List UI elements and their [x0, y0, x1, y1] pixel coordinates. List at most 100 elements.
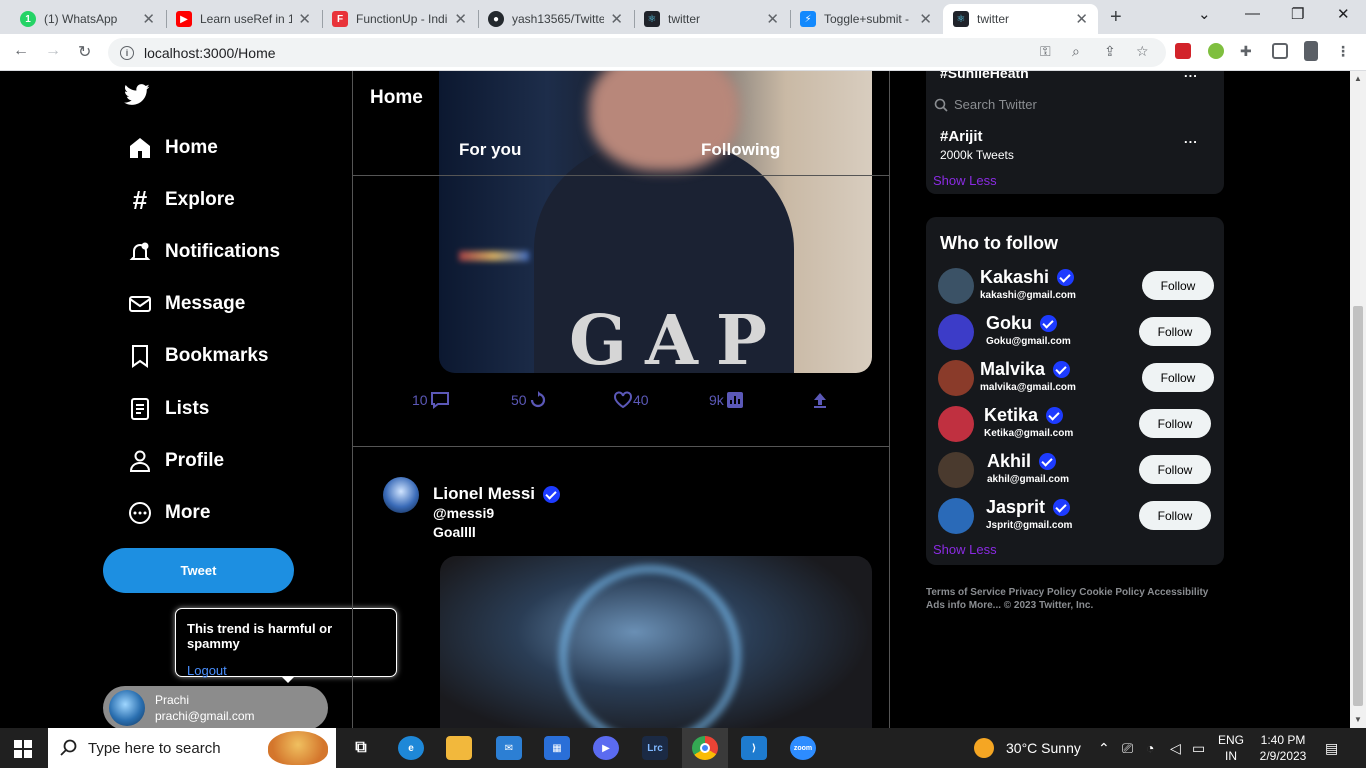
share-action[interactable]: [809, 391, 829, 409]
chrome-icon[interactable]: [692, 736, 718, 760]
like-action[interactable]: 40: [611, 391, 649, 409]
follow-button[interactable]: Follow: [1139, 455, 1211, 484]
sidebar-item-profile[interactable]: Profile: [128, 449, 224, 473]
scroll-up-icon[interactable]: ▲: [1354, 74, 1362, 83]
close-icon[interactable]: ✕: [1075, 10, 1088, 28]
tab-twitter-1[interactable]: ⚛ twitter ✕: [634, 4, 789, 34]
tab-twitter-active[interactable]: ⚛ twitter ✕: [943, 4, 1098, 34]
zoom-icon[interactable]: ⌕: [1072, 43, 1080, 60]
sidebar-item-bookmarks[interactable]: Bookmarks: [128, 344, 269, 368]
sidebar-item-explore[interactable]: # Explore: [128, 185, 235, 215]
follow-button[interactable]: Follow: [1142, 271, 1214, 300]
weather-sun-icon[interactable]: [974, 738, 994, 758]
store-icon[interactable]: ▦: [544, 736, 570, 760]
tab-stackblitz[interactable]: ⚡ Toggle+submit - ✕: [790, 4, 942, 34]
zoom-app-icon[interactable]: zoom: [790, 736, 816, 760]
sidebar-item-home[interactable]: Home: [128, 136, 218, 160]
show-less-link[interactable]: Show Less: [933, 542, 997, 557]
tab-github[interactable]: ● yash13565/Twitte ✕: [478, 4, 633, 34]
puzzle-icon[interactable]: ✚: [1240, 43, 1252, 60]
person-name[interactable]: Kakashi: [980, 267, 1049, 288]
follow-button[interactable]: Follow: [1142, 363, 1214, 392]
follow-button[interactable]: Follow: [1139, 409, 1211, 438]
views-action[interactable]: 9k: [709, 391, 744, 409]
sidebar-item-more[interactable]: More: [128, 501, 210, 525]
back-icon[interactable]: ←: [13, 42, 29, 60]
more-options-icon[interactable]: ...: [1184, 71, 1198, 80]
key-icon[interactable]: ⚿: [1040, 43, 1051, 60]
reply-action[interactable]: 10: [412, 391, 450, 409]
post-image[interactable]: [440, 556, 872, 728]
twitter-logo-icon[interactable]: [124, 84, 150, 106]
share-icon[interactable]: ⇪: [1104, 43, 1116, 60]
forward-icon[interactable]: →: [45, 42, 61, 60]
follow-button[interactable]: Follow: [1139, 501, 1211, 530]
bookmark-star-icon[interactable]: ☆: [1136, 43, 1149, 60]
minimize-icon[interactable]: —: [1245, 5, 1260, 22]
avatar[interactable]: [383, 477, 419, 513]
profile-avatar-icon[interactable]: [1304, 41, 1318, 61]
weather-text[interactable]: 30°C Sunny: [1006, 740, 1081, 756]
taskbar-search-input[interactable]: Type here to search: [88, 740, 221, 757]
close-icon[interactable]: ✕: [298, 10, 311, 28]
page-scrollbar[interactable]: ▲ ▼: [1350, 71, 1366, 728]
taskbar-search[interactable]: Type here to search: [48, 728, 336, 768]
person-name[interactable]: Malvika: [980, 359, 1045, 380]
search-highlight-icon[interactable]: [268, 731, 328, 765]
extension-red-icon[interactable]: [1175, 43, 1191, 59]
avatar[interactable]: [938, 406, 974, 442]
reload-icon[interactable]: ↻: [78, 42, 91, 62]
scroll-down-icon[interactable]: ▼: [1354, 715, 1362, 724]
account-switcher[interactable]: Prachi prachi@gmail.com: [103, 686, 328, 728]
url-text[interactable]: localhost:3000/Home: [144, 45, 276, 61]
meet-now-icon[interactable]: ⎚: [1122, 740, 1133, 757]
footer-links[interactable]: Terms of Service Privacy Policy Cookie P…: [926, 586, 1226, 612]
tab-for-you[interactable]: For you: [459, 140, 521, 160]
tab-following[interactable]: Following: [701, 140, 780, 160]
avatar[interactable]: [938, 314, 974, 350]
search-input[interactable]: Search Twitter: [954, 97, 1037, 112]
mail-app-icon[interactable]: ✉: [496, 736, 522, 760]
search-twitter[interactable]: Search Twitter: [934, 97, 1037, 112]
follow-button[interactable]: Follow: [1139, 317, 1211, 346]
close-icon[interactable]: ✕: [142, 10, 155, 28]
chevron-up-icon[interactable]: ⌃: [1098, 740, 1110, 757]
lightroom-icon[interactable]: Lrc: [642, 736, 668, 760]
wifi-icon[interactable]: ◔: [1146, 740, 1154, 756]
avatar[interactable]: [938, 452, 974, 488]
sidebar-item-lists[interactable]: Lists: [128, 397, 209, 421]
tab-functionup[interactable]: F FunctionUp - Indi ✕: [322, 4, 477, 34]
menu-kebab-icon[interactable]: ⋮: [1336, 43, 1350, 60]
sidebar-item-message[interactable]: Message: [128, 292, 245, 316]
vscode-icon[interactable]: ⟩: [741, 736, 767, 760]
close-icon[interactable]: ✕: [919, 10, 932, 28]
window-close-icon[interactable]: ✕: [1337, 5, 1350, 23]
avatar[interactable]: [938, 268, 974, 304]
avatar[interactable]: [938, 498, 974, 534]
person-name[interactable]: Jasprit: [986, 497, 1045, 518]
trend-item-partial[interactable]: #SunileHeath: [940, 71, 1029, 81]
person-name[interactable]: Ketika: [984, 405, 1038, 426]
edge-icon[interactable]: e: [398, 736, 424, 760]
trend-name[interactable]: #Arijit: [940, 128, 983, 145]
new-tab-icon[interactable]: +: [1110, 6, 1122, 29]
scrollbar-thumb[interactable]: [1353, 306, 1363, 706]
volume-icon[interactable]: ◁: [1170, 740, 1181, 757]
close-icon[interactable]: ✕: [766, 10, 779, 28]
clock[interactable]: 1:40 PM 2/9/2023: [1252, 732, 1314, 764]
battery-icon[interactable]: ▭: [1192, 740, 1205, 757]
task-view-icon[interactable]: ⧉: [348, 736, 374, 760]
show-less-link[interactable]: Show Less: [933, 173, 997, 188]
post-author[interactable]: Lionel Messi: [433, 484, 561, 504]
person-name[interactable]: Akhil: [987, 451, 1031, 472]
info-icon[interactable]: i: [120, 45, 134, 60]
chevron-down-icon[interactable]: ⌄: [1198, 5, 1211, 23]
avatar[interactable]: [938, 360, 974, 396]
tab-youtube[interactable]: ▶ Learn useRef in 1 ✕: [166, 4, 321, 34]
extension-green-icon[interactable]: [1208, 43, 1224, 59]
person-name[interactable]: Goku: [986, 313, 1032, 334]
sidebar-item-notifications[interactable]: Notifications: [128, 240, 280, 264]
close-icon[interactable]: ✕: [610, 10, 623, 28]
language-indicator[interactable]: ENG IN: [1216, 732, 1246, 764]
retweet-action[interactable]: 50: [511, 391, 547, 409]
